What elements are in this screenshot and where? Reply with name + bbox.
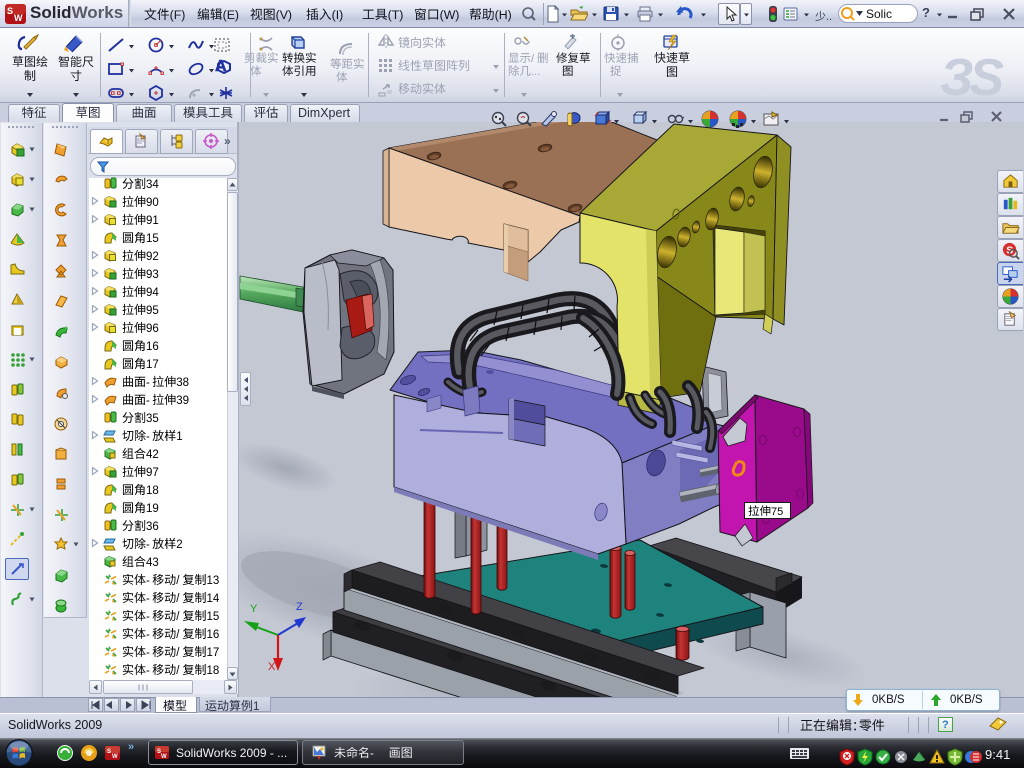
svg-text:W: W [112, 754, 118, 760]
svg-text:X: X [268, 661, 276, 673]
svg-text:W: W [161, 754, 167, 760]
svg-text:S: S [7, 6, 13, 16]
svg-text:Y: Y [250, 603, 258, 615]
svg-text:Z: Z [296, 601, 303, 613]
svg-text:W: W [14, 13, 23, 23]
svg-text:S: S [107, 749, 111, 755]
